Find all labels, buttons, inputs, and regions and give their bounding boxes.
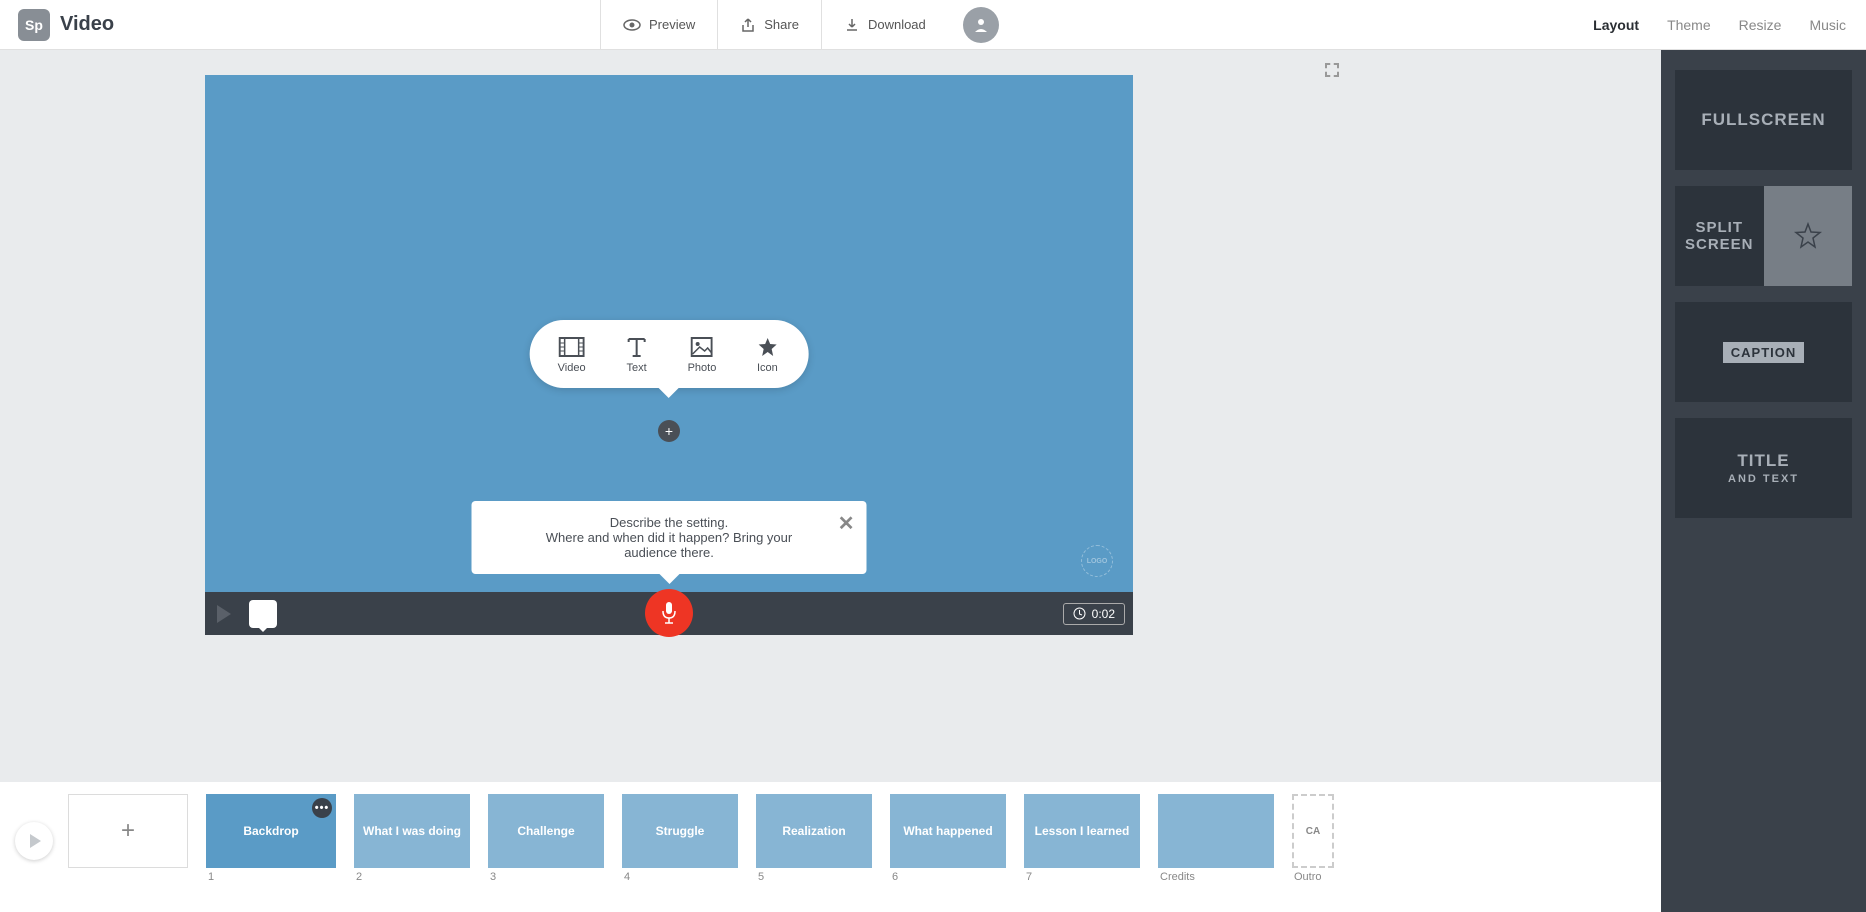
tab-theme[interactable]: Theme bbox=[1667, 17, 1711, 33]
slide-struggle[interactable]: Struggle bbox=[622, 794, 738, 868]
photo-icon bbox=[689, 334, 715, 360]
slide-more-icon[interactable]: ••• bbox=[312, 798, 332, 818]
notes-button[interactable] bbox=[249, 600, 277, 628]
header-tabs: Layout Theme Resize Music bbox=[1593, 17, 1846, 33]
expand-icon[interactable] bbox=[1325, 63, 1339, 77]
hint-line-2: Where and when did it happen? Bring your… bbox=[527, 530, 812, 560]
add-element-button[interactable]: + bbox=[658, 420, 680, 442]
layout-fullscreen[interactable]: FULLSCREEN bbox=[1675, 70, 1852, 170]
star-preview bbox=[1764, 186, 1853, 286]
header-actions: Preview Share Download bbox=[600, 0, 999, 50]
slide-realization[interactable]: Realization bbox=[756, 794, 872, 868]
slide-backdrop[interactable]: •••Backdrop bbox=[206, 794, 336, 868]
slide-what-i-was-doing[interactable]: What I was doing bbox=[354, 794, 470, 868]
timeline: + •••Backdrop 1 What I was doing 2 Challen… bbox=[0, 782, 1866, 912]
star-icon bbox=[754, 334, 780, 360]
download-icon bbox=[844, 17, 860, 33]
play-button[interactable] bbox=[217, 605, 231, 623]
slide-number: 6 bbox=[890, 871, 1006, 883]
slide-number: 7 bbox=[1024, 871, 1140, 883]
tab-resize[interactable]: Resize bbox=[1739, 17, 1782, 33]
app-title: Video bbox=[60, 13, 114, 36]
add-photo-button[interactable]: Photo bbox=[688, 334, 717, 374]
layout-splitscreen[interactable]: SPLITSCREEN bbox=[1675, 186, 1852, 286]
slide-number: 2 bbox=[354, 871, 470, 883]
microphone-icon bbox=[660, 601, 678, 625]
logo-placeholder[interactable]: LOGO bbox=[1081, 545, 1113, 577]
playback-bar: 0:02 bbox=[205, 592, 1133, 635]
slide-challenge[interactable]: Challenge bbox=[488, 794, 604, 868]
add-icon-button[interactable]: Icon bbox=[754, 334, 780, 374]
duration-badge[interactable]: 0:02 bbox=[1063, 603, 1125, 625]
slide-number: 4 bbox=[622, 871, 738, 883]
header-bar: Sp Video Preview Share Download Layout T… bbox=[0, 0, 1866, 50]
play-icon bbox=[30, 834, 41, 848]
share-button[interactable]: Share bbox=[717, 0, 821, 50]
layout-title-text[interactable]: TITLEAND TEXT bbox=[1675, 418, 1852, 518]
slide-number: 1 bbox=[206, 871, 336, 883]
add-slide-button[interactable]: + bbox=[68, 794, 188, 868]
video-icon bbox=[559, 334, 585, 360]
close-icon[interactable]: ✕ bbox=[838, 511, 855, 536]
tab-music[interactable]: Music bbox=[1809, 17, 1846, 33]
canvas-area: Video Text Photo Icon + ✕ Describe the s… bbox=[205, 75, 1133, 635]
hint-line-1: Describe the setting. bbox=[527, 515, 812, 530]
slide-number: 5 bbox=[756, 871, 872, 883]
add-content-popup: Video Text Photo Icon bbox=[530, 320, 809, 388]
slide-credits[interactable] bbox=[1158, 794, 1274, 868]
preview-button[interactable]: Preview bbox=[600, 0, 717, 50]
slide-lesson-learned[interactable]: Lesson I learned bbox=[1024, 794, 1140, 868]
text-icon bbox=[624, 334, 650, 360]
record-mic-button[interactable] bbox=[645, 589, 693, 637]
layout-caption[interactable]: CAPTION bbox=[1675, 302, 1852, 402]
eye-icon bbox=[623, 19, 641, 31]
user-avatar-button[interactable] bbox=[963, 7, 999, 43]
slide-number: Credits bbox=[1158, 871, 1274, 883]
narration-hint: ✕ Describe the setting. Where and when d… bbox=[472, 501, 867, 574]
add-video-button[interactable]: Video bbox=[558, 334, 586, 374]
tab-layout[interactable]: Layout bbox=[1593, 17, 1639, 33]
timeline-play-button[interactable] bbox=[15, 822, 53, 860]
layout-panel: FULLSCREEN SPLITSCREEN CAPTION TITLEAND … bbox=[1661, 50, 1866, 912]
star-outline-icon bbox=[1793, 221, 1823, 251]
outro-label: Outro bbox=[1292, 871, 1334, 883]
slide-what-happened[interactable]: What happened bbox=[890, 794, 1006, 868]
logo-area: Sp Video bbox=[0, 9, 114, 41]
clock-icon bbox=[1073, 607, 1086, 620]
slide-outro[interactable]: CA bbox=[1292, 794, 1334, 868]
user-icon bbox=[972, 16, 990, 34]
share-icon bbox=[740, 17, 756, 33]
add-text-button[interactable]: Text bbox=[624, 334, 650, 374]
slide-number: 3 bbox=[488, 871, 604, 883]
download-button[interactable]: Download bbox=[821, 0, 948, 50]
slide-canvas[interactable]: Video Text Photo Icon + ✕ Describe the s… bbox=[205, 75, 1133, 592]
sp-logo[interactable]: Sp bbox=[18, 9, 50, 41]
slides-strip: •••Backdrop 1 What I was doing 2 Challenge… bbox=[206, 794, 1334, 883]
